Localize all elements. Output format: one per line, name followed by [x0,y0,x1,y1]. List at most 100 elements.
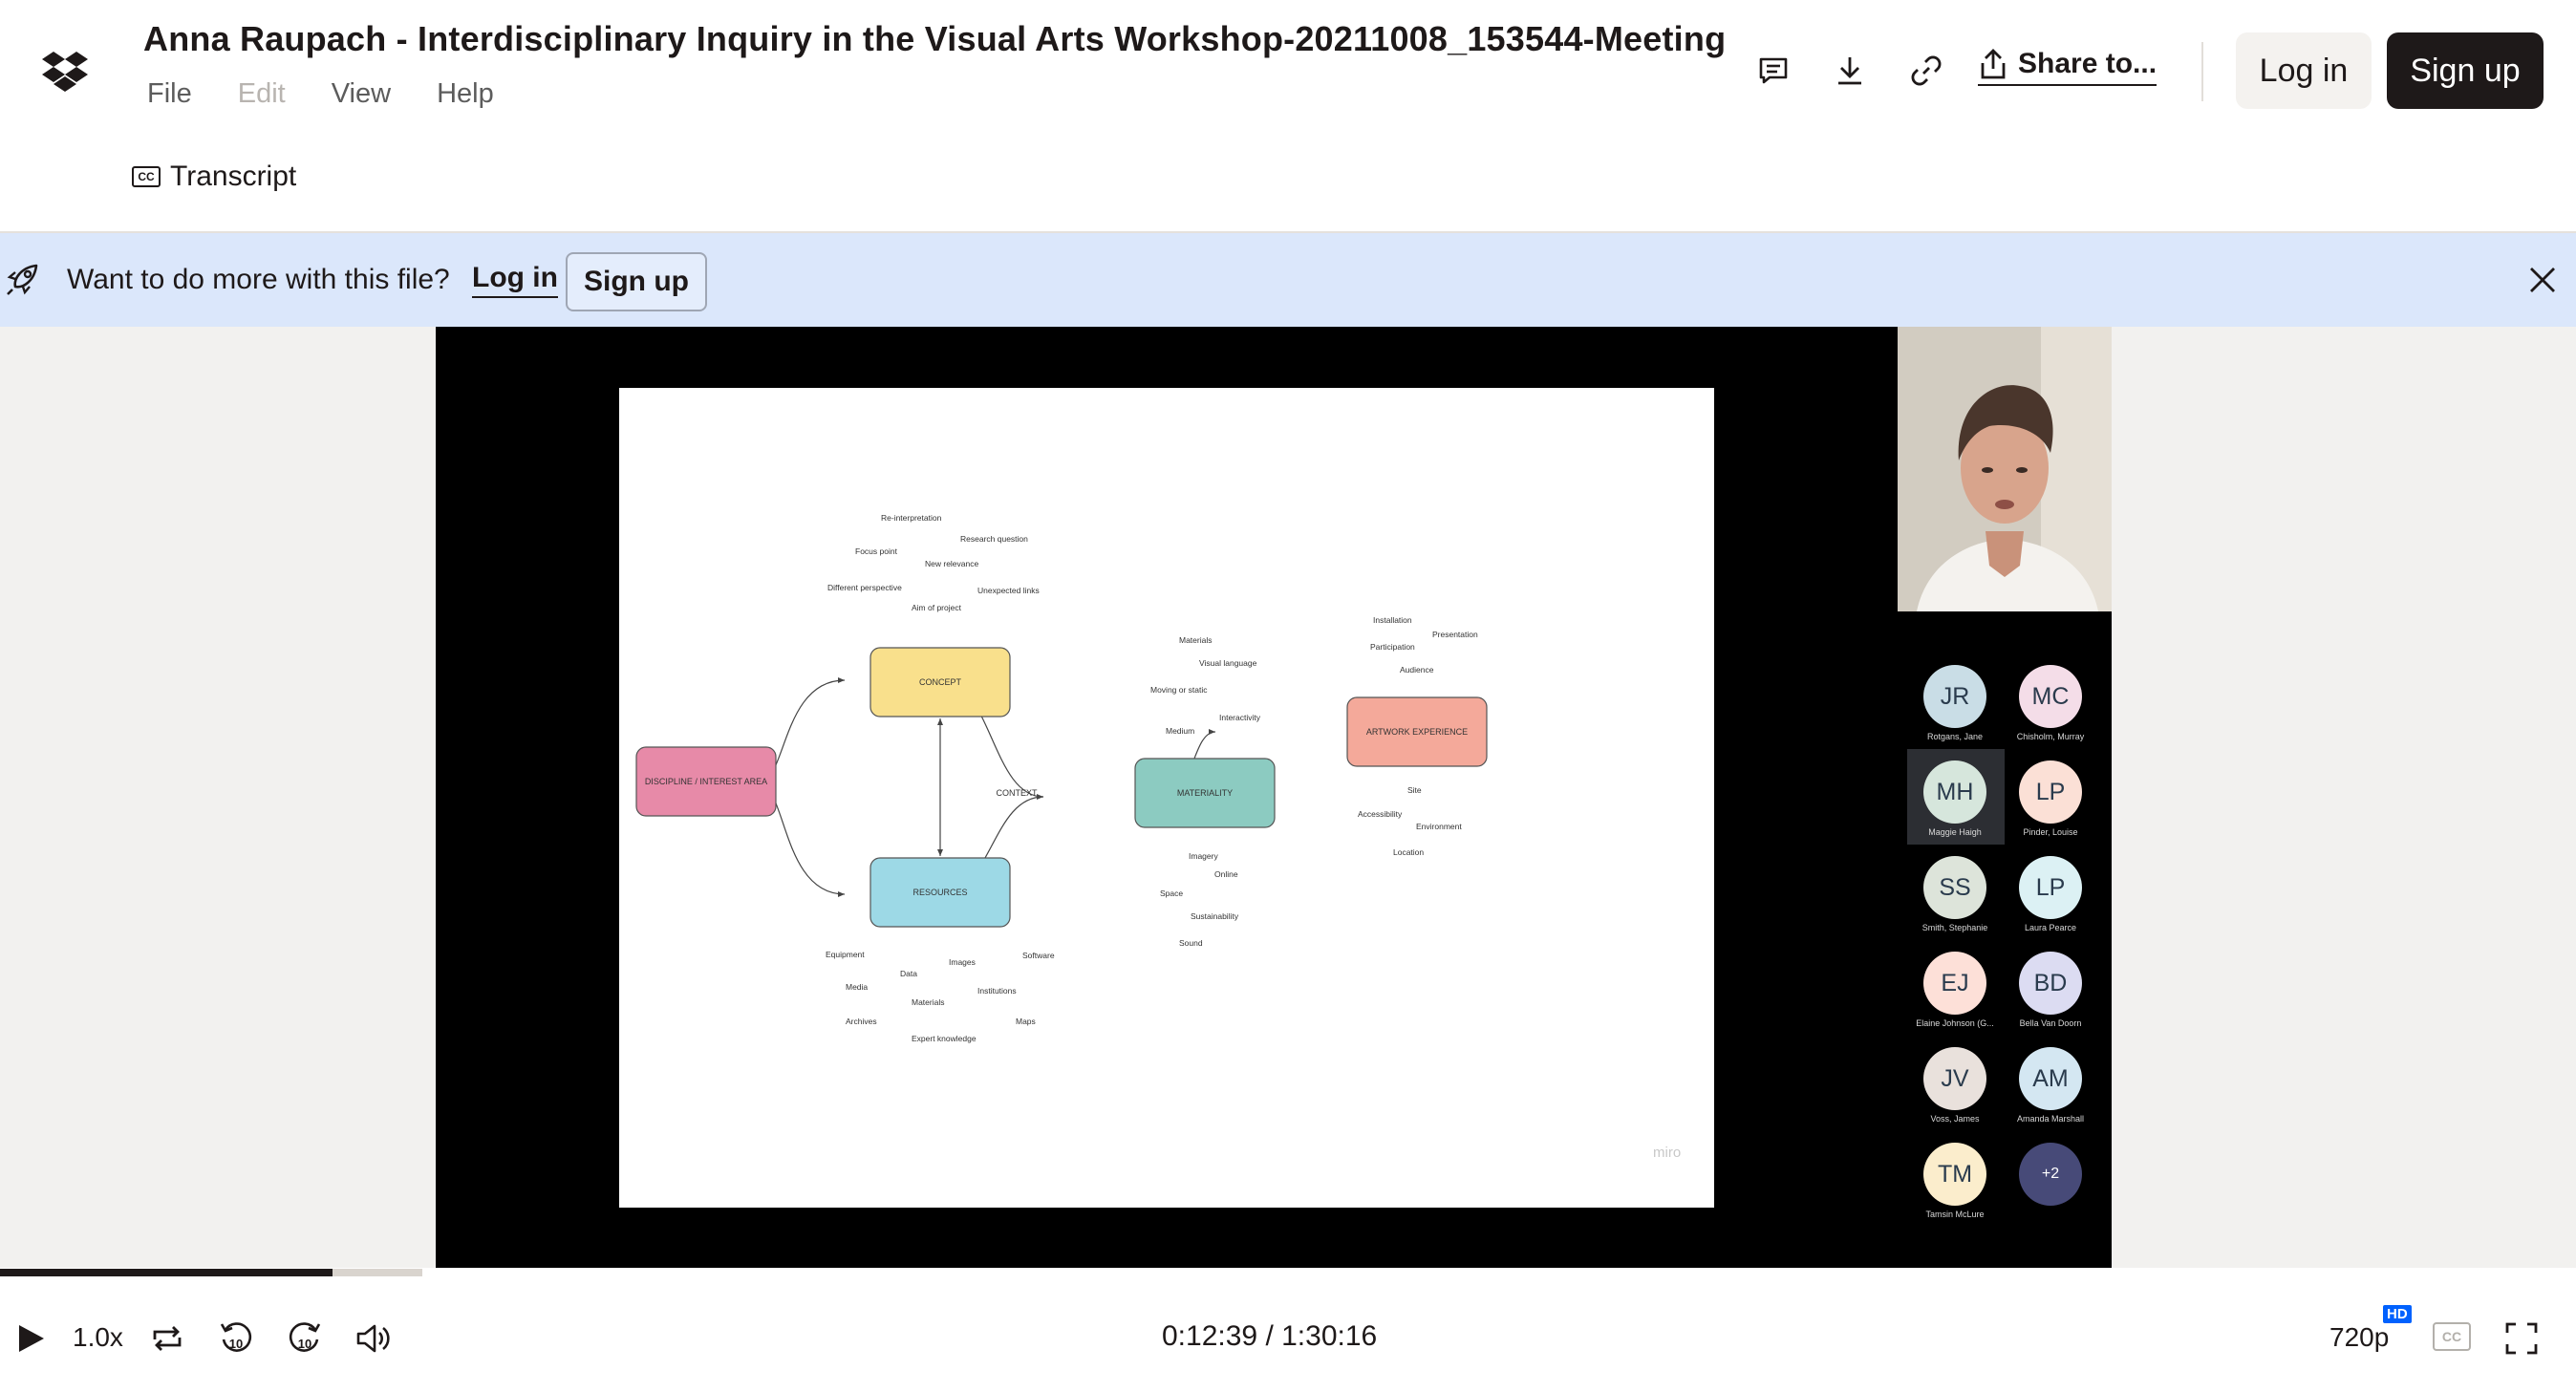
slide-term: Medium [1166,726,1194,736]
participant-tile: LP Pinder, Louise [2003,760,2098,837]
slide-term: Presentation [1432,630,1478,639]
mind-map-diagram: DISCIPLINE / INTEREST AREA CONCEPT RESOU… [635,513,1681,1161]
node-materiality-label: MATERIALITY [1177,788,1233,798]
time-separator: / [1265,1320,1274,1352]
slide-term: Sustainability [1191,911,1239,921]
transcript-button[interactable]: CC Transcript [132,161,296,193]
slide-term: Software [1022,951,1055,960]
menu-file[interactable]: File [147,78,192,110]
participant-avatar: LP [2019,856,2082,919]
slide-term: Media [846,982,868,992]
slide-term: Location [1393,847,1424,857]
dropbox-logo-icon[interactable] [42,50,88,92]
slide-term: Interactivity [1219,713,1261,722]
svg-text:10: 10 [298,1337,311,1351]
menu-view[interactable]: View [332,78,391,110]
speaker-illustration [1898,327,2112,611]
volume-icon[interactable] [354,1318,394,1359]
hd-badge: HD [2383,1305,2412,1323]
participant-avatar: JV [1923,1047,1986,1110]
menu-help[interactable]: Help [437,78,494,110]
loop-icon[interactable] [147,1318,187,1359]
skip-back-10-icon[interactable]: 10 [216,1318,256,1359]
slide-term: New relevance [925,559,978,568]
download-icon[interactable] [1833,54,1867,88]
slide-term: Participation [1370,642,1415,652]
slide-term: Moving or static [1150,685,1208,695]
participant-avatar: SS [1923,856,1986,919]
participant-name: Tamsin McLure [1925,1210,1985,1219]
close-icon[interactable] [2526,264,2559,296]
participant-avatar: MC [2019,665,2082,728]
slide-term: Data [900,969,917,978]
slide-term: Equipment [826,950,865,959]
participant-tile: +2 [2003,1143,2098,1206]
participant-name: Pinder, Louise [2023,827,2078,837]
menu-bar: File Edit View Help [147,78,494,110]
participant-name: Rotgans, Jane [1926,732,1984,741]
play-icon[interactable] [11,1318,52,1359]
transcript-label: Transcript [170,161,297,192]
node-resources-label: RESOURCES [912,888,967,897]
share-button[interactable]: Share to... [1978,48,2157,86]
participant-name: Smith, Stephanie [1921,923,1988,932]
slide-term: Site [1407,785,1422,795]
slide-term: Installation [1373,615,1412,625]
slide-term: Research question [960,534,1028,544]
slide-term: Imagery [1189,851,1218,861]
slide-term: Materials [912,997,944,1007]
participant-avatar: BD [2019,952,2082,1015]
slide-term: Archives [846,1017,877,1026]
slide-term: Focus point [855,546,898,556]
fullscreen-icon[interactable] [2501,1318,2542,1359]
slide-term: Re-interpretation [881,513,942,523]
slide-term: Visual language [1199,658,1257,668]
node-concept-label: CONCEPT [919,677,962,687]
banner-signup-button[interactable]: Sign up [566,252,707,311]
header-divider [2201,42,2203,101]
comment-icon[interactable] [1756,54,1791,88]
participant-name: Maggie Haigh [1928,827,1982,837]
skip-forward-10-icon[interactable]: 10 [285,1318,325,1359]
node-discipline-label: DISCIPLINE / INTEREST AREA [645,777,767,786]
participant-avatar: TM [1923,1143,1986,1206]
slide-term: Expert knowledge [912,1034,977,1043]
participant-name: Amanda Marshall [2016,1114,2085,1124]
link-icon[interactable] [1909,54,1943,88]
banner-message: Want to do more with this file? [67,264,450,295]
svg-text:10: 10 [229,1337,243,1351]
participant-tile: TM Tamsin McLure [1907,1143,2003,1219]
login-button[interactable]: Log in [2236,32,2372,109]
playback-speed-button[interactable]: 1.0x [73,1322,123,1353]
captions-button[interactable]: CC [2433,1322,2471,1351]
participant-tile: EJ Elaine Johnson (G... [1907,952,2003,1028]
node-artwork-label: ARTWORK EXPERIENCE [1366,727,1468,737]
banner-login-link[interactable]: Log in [472,262,558,298]
participant-tile: BD Bella Van Doorn [2003,952,2098,1028]
slide-term: Accessibility [1358,809,1403,819]
participant-name: Laura Pearce [2024,923,2077,932]
slide-term: Maps [1016,1017,1036,1026]
slide-term: Different perspective [827,583,902,592]
signup-button[interactable]: Sign up [2387,32,2544,109]
shared-screen-slide: DISCIPLINE / INTEREST AREA CONCEPT RESOU… [619,388,1714,1208]
quality-button[interactable]: 720p [2329,1322,2389,1353]
menu-edit: Edit [237,78,286,109]
participant-avatar: AM [2019,1047,2082,1110]
participant-name: Elaine Johnson (G... [1916,1018,1994,1028]
participant-tile: AM Amanda Marshall [2003,1047,2098,1124]
participant-tile: JR Rotgans, Jane [1907,665,2003,741]
context-label: CONTEXT [996,788,1038,798]
slide-term: Environment [1416,822,1462,831]
time-display: 0:12:39 / 1:30:16 [1162,1320,1377,1353]
participant-avatar: MH [1923,760,1986,824]
participant-tile: LP Laura Pearce [2003,856,2098,932]
closed-caption-icon: CC [132,166,161,187]
slide-term: Aim of project [912,603,962,612]
slide-term: Online [1214,869,1238,879]
participant-name: Voss, James [1930,1114,1980,1124]
speaker-webcam [1898,327,2112,611]
slide-term: Materials [1179,635,1212,645]
participant-name: Bella Van Doorn [2019,1018,2082,1028]
participant-avatar: LP [2019,760,2082,824]
